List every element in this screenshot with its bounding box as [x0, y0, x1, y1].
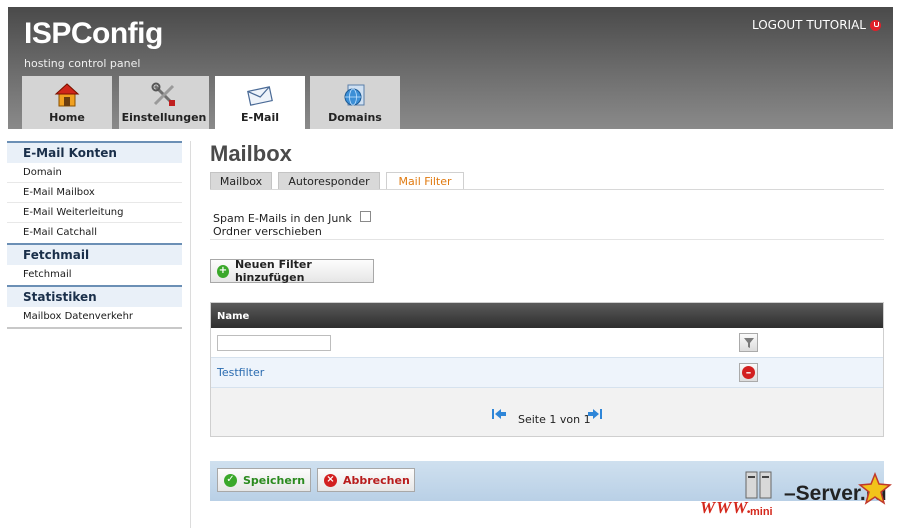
table-row[interactable]: Testfilter –	[211, 358, 883, 388]
save-label: Speichern	[243, 473, 306, 487]
name-filter-input[interactable]	[217, 335, 331, 351]
tab-label: Domains	[328, 111, 382, 124]
watermark-www: WWW.	[700, 498, 753, 517]
cancel-icon: ×	[324, 473, 337, 487]
table-header-name: Name	[211, 303, 883, 328]
sidebar-section-fetchmail: Fetchmail	[7, 243, 182, 265]
apply-filter-button[interactable]	[739, 333, 758, 352]
power-icon	[870, 19, 881, 31]
tab-mailbox[interactable]: Mailbox	[210, 172, 272, 190]
spam-junk-checkbox[interactable]	[360, 211, 371, 222]
sidebar-section-email-konten: E-Mail Konten	[7, 141, 182, 163]
watermark: WWW. mini –Server.ru	[700, 468, 895, 523]
watermark-mini: mini	[750, 506, 773, 518]
page-info: Seite 1 von 1	[518, 413, 591, 426]
content-divider	[190, 141, 191, 528]
tab-mail-filter[interactable]: Mail Filter	[386, 172, 464, 190]
form-separator	[210, 239, 884, 240]
tab-label: Home	[49, 111, 85, 124]
funnel-icon	[743, 337, 754, 348]
tab-label: E-Mail	[241, 111, 279, 124]
app-logo[interactable]: ISPConfig	[24, 17, 163, 51]
server-icon	[745, 471, 772, 499]
spam-junk-label: Spam E-Mails in den Junk Ordner verschie…	[213, 212, 352, 238]
sidebar-item-mailbox-datenverkehr[interactable]: Mailbox Datenverkehr	[7, 307, 182, 327]
app-subtitle: hosting control panel	[24, 57, 141, 70]
tab-underline	[210, 189, 884, 190]
sidebar-divider	[7, 327, 182, 329]
cancel-label: Abbrechen	[343, 473, 410, 487]
sidebar-item-fetchmail[interactable]: Fetchmail	[7, 265, 182, 285]
sidebar-section-statistiken: Statistiken	[7, 285, 182, 307]
add-filter-button[interactable]: + Neuen Filter hinzufügen	[210, 258, 374, 284]
page-title: Mailbox	[210, 141, 292, 166]
sidebar-item-domain[interactable]: Domain	[7, 163, 182, 183]
filter-table: Name Testfilter – Seite 1 von 1	[210, 302, 884, 437]
logout-link[interactable]: LOGOUT TUTORIAL	[752, 18, 881, 32]
tab-label: Einstellungen	[121, 111, 207, 124]
table-filter-row	[211, 328, 883, 358]
logout-label: LOGOUT TUTORIAL	[751, 18, 866, 32]
app-header: ISPConfig hosting control panel LOGOUT T…	[8, 7, 893, 129]
sidebar-item-email-catchall[interactable]: E-Mail Catchall	[7, 223, 182, 243]
star-icon	[858, 472, 892, 505]
sidebar-item-email-mailbox[interactable]: E-Mail Mailbox	[7, 183, 182, 203]
home-icon	[54, 83, 80, 107]
pagination: Seite 1 von 1	[211, 388, 883, 436]
filter-name-link[interactable]: Testfilter	[217, 366, 264, 379]
sidebar-item-email-weiterleitung[interactable]: E-Mail Weiterleitung	[7, 203, 182, 223]
delete-icon: –	[742, 366, 755, 379]
plus-icon: +	[217, 264, 229, 278]
save-button[interactable]: ✓ Speichern	[217, 468, 311, 492]
tab-domains[interactable]: Domains	[310, 76, 400, 129]
check-icon: ✓	[224, 473, 237, 487]
cancel-button[interactable]: × Abbrechen	[317, 468, 415, 492]
envelope-icon	[247, 86, 273, 106]
last-page-icon[interactable]	[587, 408, 603, 420]
tab-email[interactable]: E-Mail	[215, 76, 305, 129]
delete-filter-button[interactable]: –	[739, 363, 758, 382]
tools-icon	[151, 82, 175, 106]
tab-home[interactable]: Home	[22, 76, 112, 129]
first-page-icon[interactable]	[491, 408, 507, 420]
globe-icon	[344, 84, 365, 106]
tab-einstellungen[interactable]: Einstellungen	[119, 76, 209, 129]
sidebar: E-Mail Konten Domain E-Mail Mailbox E-Ma…	[7, 141, 182, 329]
add-filter-label: Neuen Filter hinzufügen	[234, 258, 312, 284]
tab-autoresponder[interactable]: Autoresponder	[278, 172, 380, 190]
